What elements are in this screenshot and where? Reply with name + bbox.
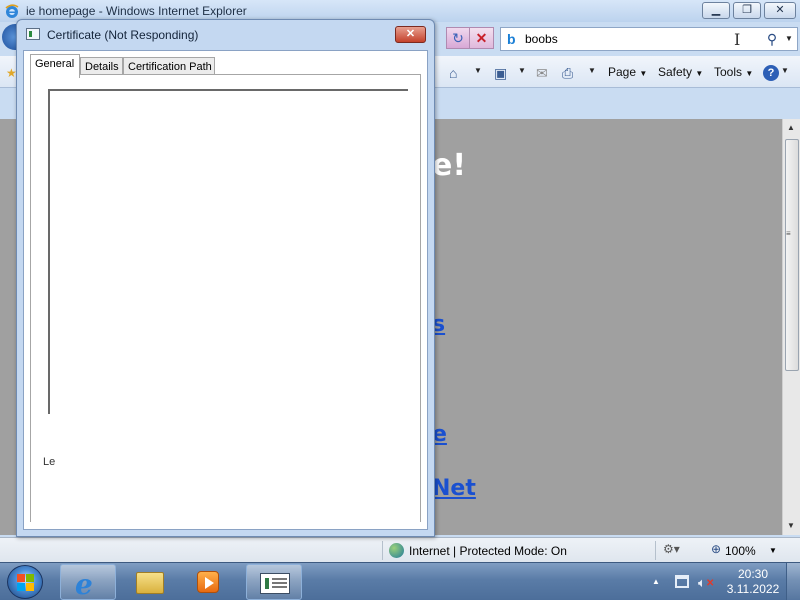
stop-icon: ✕ (475, 30, 488, 46)
mute-icon: ✕ (706, 578, 715, 589)
certificate-dialog: Certificate (Not Responding) ✕ General D… (16, 19, 435, 537)
minimize-button[interactable]: ▁ (702, 2, 730, 19)
clock[interactable]: 20:30 3.11.2022 (724, 567, 782, 597)
help-icon[interactable]: ? (763, 65, 779, 81)
status-separator (655, 541, 656, 560)
chevron-down-icon: ▼ (639, 69, 648, 78)
folder-icon (136, 572, 164, 594)
dialog-close-button[interactable]: ✕ (395, 26, 426, 43)
vertical-scrollbar[interactable]: ▲ ≡ ▼ (782, 119, 800, 535)
taskbar-internet-explorer[interactable]: e (60, 564, 116, 600)
read-mail-icon[interactable]: ✉ (536, 64, 548, 82)
help-dropdown-icon[interactable]: ▼ (781, 66, 789, 75)
close-icon: ✕ (405, 28, 416, 40)
volume-icon[interactable]: 🔈︎ (698, 575, 706, 591)
minimize-icon: ▁ (711, 4, 721, 16)
print-dropdown-icon[interactable]: ▼ (588, 66, 596, 75)
home-dropdown-icon[interactable]: ▼ (474, 66, 482, 75)
tab-panel-general: Le (30, 74, 421, 522)
restore-icon: ❐ (742, 4, 752, 16)
window-title: ie homepage - Windows Internet Explorer (26, 4, 247, 18)
scroll-up-icon[interactable]: ▲ (787, 123, 795, 132)
feeds-dropdown-icon[interactable]: ▼ (518, 66, 526, 75)
tools-menu-label: Tools (714, 65, 743, 79)
scrollbar-thumb[interactable] (785, 139, 799, 371)
clock-date: 3.11.2022 (726, 582, 780, 596)
taskbar-media-player[interactable] (180, 564, 236, 600)
taskbar-certificate[interactable] (246, 564, 302, 600)
safety-menu[interactable]: Safety ▼ (658, 65, 703, 79)
bing-icon: b (507, 31, 516, 47)
home-icon[interactable]: ⌂ (449, 64, 457, 82)
globe-icon (389, 543, 404, 558)
refresh-button[interactable]: ↻ (446, 27, 470, 49)
status-bar: Internet | Protected Mode: On ⚙▾ ⊕ 100% … (0, 537, 800, 562)
safety-menu-label: Safety (658, 65, 693, 79)
chevron-down-icon[interactable]: ▼ (785, 31, 797, 47)
certificate-icon (260, 573, 290, 594)
clock-time: 20:30 (737, 567, 769, 581)
search-input[interactable] (525, 30, 745, 48)
chevron-down-icon: ▼ (745, 69, 754, 78)
page-link[interactable]: Net (432, 476, 476, 501)
page-heading: e! (432, 148, 467, 183)
tools-menu[interactable]: Tools ▼ (714, 65, 753, 79)
zoom-icon[interactable]: ⊕ (711, 542, 721, 556)
network-icon[interactable] (675, 575, 689, 588)
learn-more-link[interactable]: Le (43, 456, 55, 468)
security-zone-text[interactable]: Internet | Protected Mode: On (409, 544, 567, 558)
chevron-down-icon: ▼ (695, 69, 704, 78)
manage-addons-icon[interactable]: ⚙▾ (663, 542, 680, 556)
certificate-icon (26, 28, 40, 40)
dialog-titlebar[interactable]: Certificate (Not Responding) ✕ (17, 20, 434, 48)
zoom-level[interactable]: 100% (725, 544, 756, 558)
scrollbar-grip-icon: ≡ (786, 229, 791, 238)
internet-explorer-icon (5, 4, 19, 18)
status-separator (382, 541, 383, 560)
windows-logo-icon (17, 574, 35, 592)
show-hidden-icons-icon[interactable]: ▲ (652, 577, 660, 586)
dialog-body: General Details Certification Path Le (23, 50, 428, 530)
stop-button[interactable]: ✕ (470, 27, 494, 49)
page-menu[interactable]: Page ▼ (608, 65, 647, 79)
refresh-icon: ↻ (452, 30, 464, 46)
maximize-button[interactable]: ❐ (733, 2, 761, 19)
search-icon[interactable]: ⚲ (763, 30, 781, 48)
print-icon[interactable]: ⎙ (562, 64, 573, 82)
start-button[interactable] (7, 565, 43, 599)
taskbar-windows-explorer[interactable] (122, 564, 178, 600)
scroll-down-icon[interactable]: ▼ (787, 521, 795, 530)
close-icon: ✕ (775, 4, 785, 16)
media-player-icon (197, 571, 219, 593)
close-button[interactable]: ✕ (764, 2, 796, 19)
dialog-title: Certificate (Not Responding) (47, 28, 199, 42)
taskbar: e ▲ 🔈︎ ✕ 20:30 3.11.2022 (0, 562, 800, 600)
text-cursor-icon: I (734, 30, 741, 49)
show-desktop-button[interactable] (786, 563, 800, 600)
page-menu-label: Page (608, 65, 637, 79)
feeds-icon[interactable]: ▣ (494, 64, 507, 82)
certificate-info-frame (48, 89, 408, 414)
internet-explorer-icon: e (75, 568, 93, 600)
tab-general[interactable]: General (30, 54, 80, 78)
zoom-dropdown-icon[interactable]: ▼ (769, 546, 777, 555)
search-box[interactable]: b I ⚲ ▼ (500, 27, 798, 51)
